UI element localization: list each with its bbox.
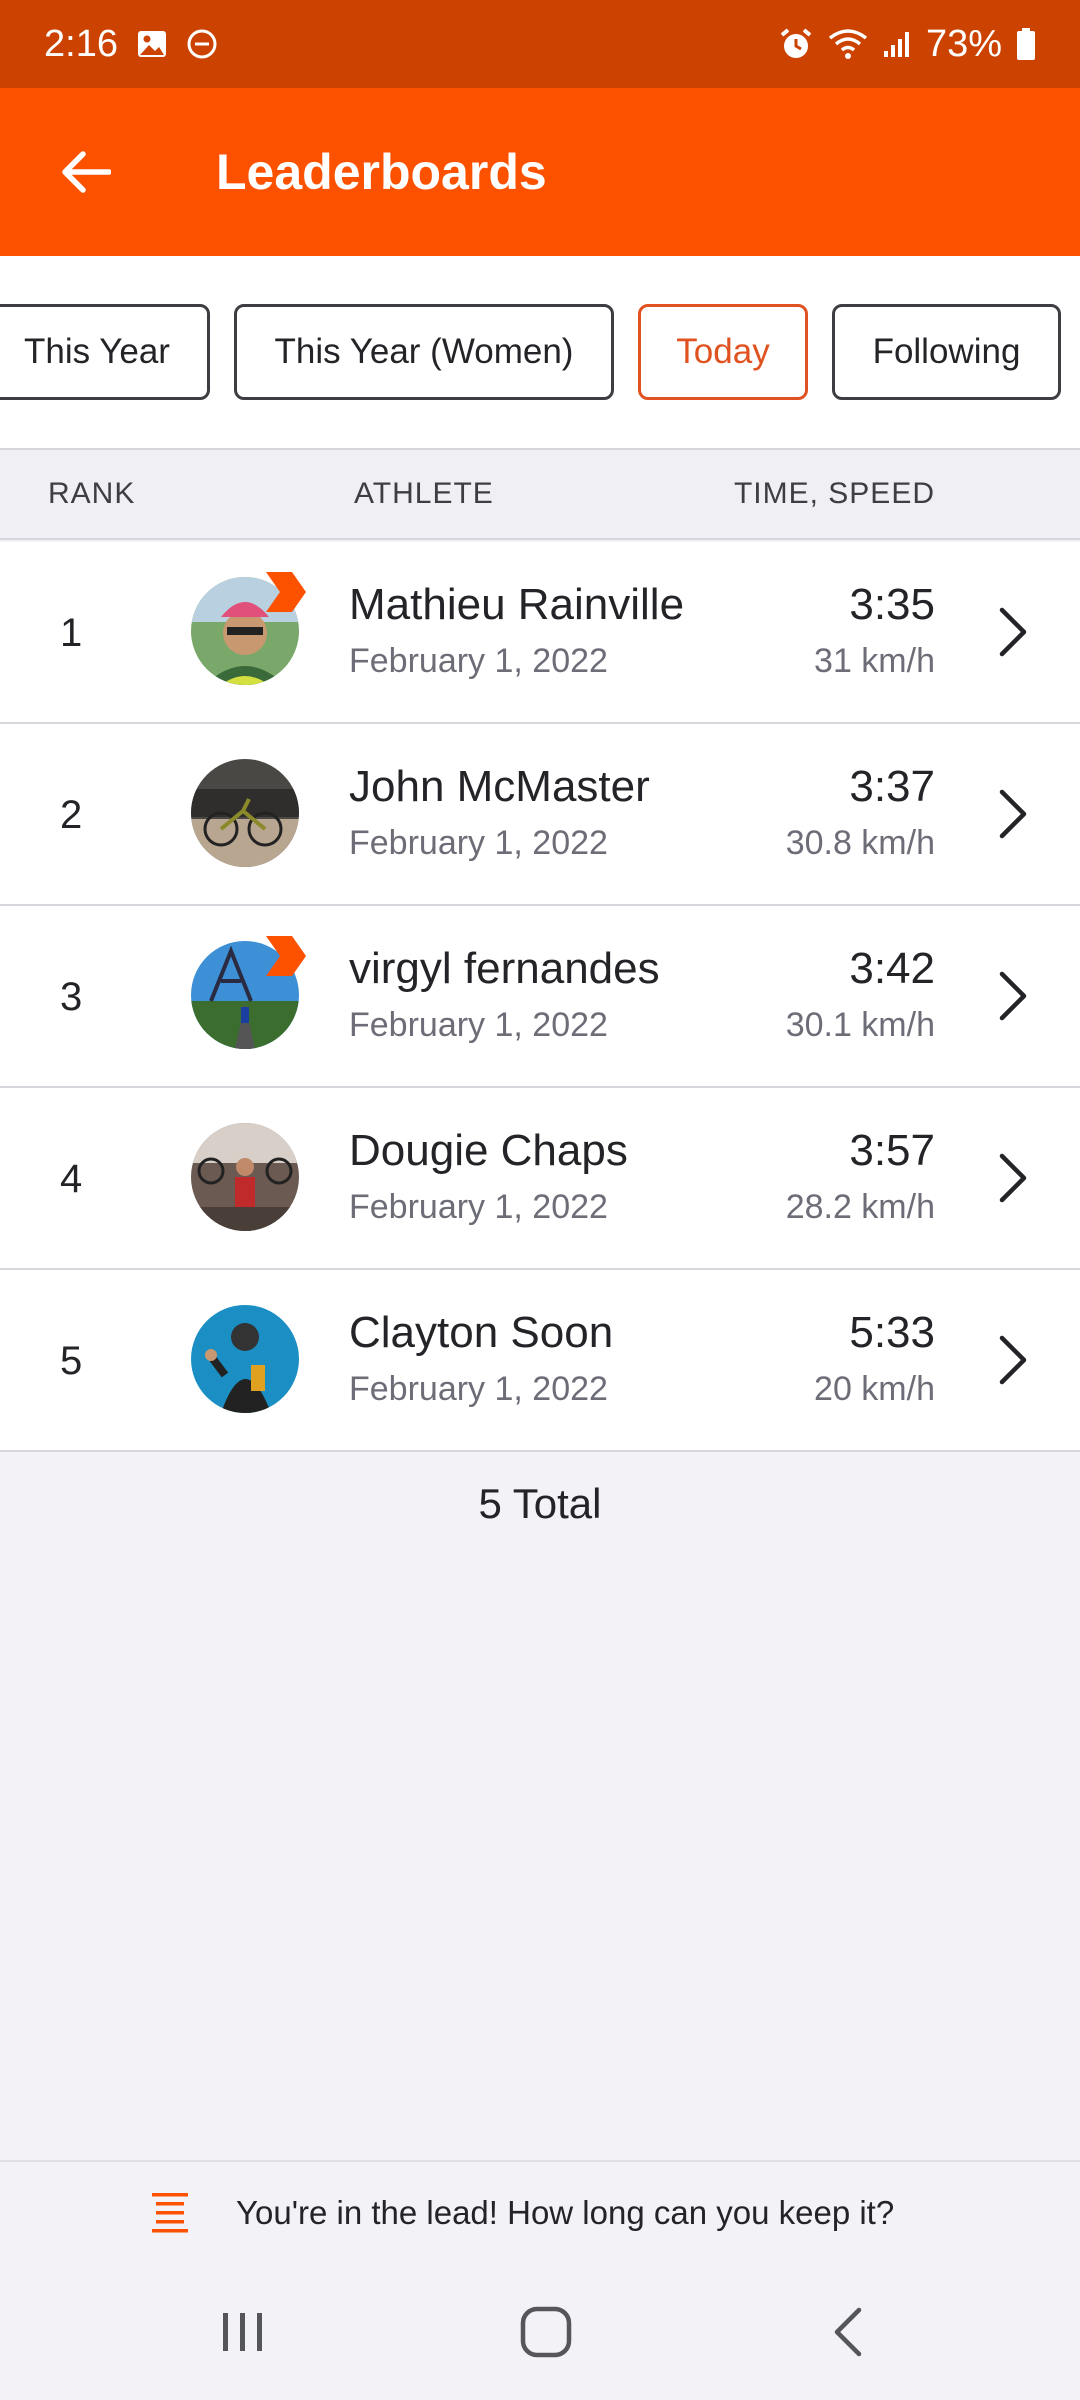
- filter-chip-this-year[interactable]: This Year: [0, 304, 210, 400]
- banner-message: You're in the lead! How long can you kee…: [236, 2194, 895, 2231]
- list-lines-icon: [152, 2193, 188, 2233]
- signal-icon: [882, 29, 912, 59]
- home-button[interactable]: [501, 2292, 591, 2372]
- back-button[interactable]: [0, 88, 170, 256]
- time-value: 3:57: [849, 1126, 935, 1175]
- chevron-right-icon: [999, 1335, 1027, 1385]
- app-bar: Leaderboards: [0, 88, 1080, 256]
- chevron-right-icon: [999, 971, 1027, 1021]
- system-navigation-bar: [0, 2262, 1080, 2400]
- arrow-left-icon: [62, 151, 111, 193]
- alarm-icon: [778, 27, 814, 61]
- leaderboard-row[interactable]: 5 Clayton Soon February 1, 2022 5:33 20 …: [0, 1270, 1080, 1452]
- header-time-speed: TIME, SPEED: [733, 477, 935, 510]
- athlete-name: Dougie Chaps: [349, 1126, 628, 1175]
- speed-value: 28.2 km/h: [785, 1188, 935, 1226]
- filter-chip-today[interactable]: Today: [638, 304, 808, 400]
- leaderboard-row[interactable]: 4 Dougie Chaps February 1, 2022 3:57 28.…: [0, 1088, 1080, 1270]
- chevron-right-icon: [999, 789, 1027, 839]
- header-rank: RANK: [48, 477, 136, 510]
- do-not-disturb-icon: [186, 28, 218, 60]
- chevron-right-icon: [999, 607, 1027, 657]
- speed-value: 20 km/h: [814, 1370, 935, 1408]
- system-back-button[interactable]: [804, 2292, 894, 2372]
- activity-date: February 1, 2022: [349, 1370, 608, 1408]
- filter-chips: This Year This Year (Women) Today Follow…: [0, 256, 1080, 448]
- lead-banner: You're in the lead! How long can you kee…: [0, 2160, 1080, 2262]
- activity-date: February 1, 2022: [349, 824, 608, 862]
- strava-badge-icon: [266, 936, 306, 976]
- avatar[interactable]: [191, 1123, 299, 1231]
- leaderboard-row[interactable]: 2 John McMaster February 1, 2022 3:37 30…: [0, 724, 1080, 906]
- avatar[interactable]: [191, 1305, 299, 1413]
- chevron-left-icon: [834, 2307, 862, 2357]
- strava-badge-icon: [266, 572, 306, 612]
- recent-apps-icon: [223, 2313, 262, 2351]
- leaderboard-screen: 2:16 73% Leaderboards This Year This Yea…: [0, 0, 1080, 2400]
- athlete-name: Mathieu Rainville: [349, 580, 685, 629]
- rank-value: 3: [60, 974, 83, 1019]
- leaderboard-list: 1 Mathieu Rainville February 1, 2022 3:3…: [0, 542, 1080, 1452]
- speed-value: 31 km/h: [814, 642, 935, 680]
- status-right: 73%: [778, 23, 1036, 66]
- leaderboard-row[interactable]: 1 Mathieu Rainville February 1, 2022 3:3…: [0, 542, 1080, 724]
- status-bar: 2:16 73%: [0, 0, 1080, 88]
- rank-value: 1: [60, 610, 83, 655]
- speed-value: 30.1 km/h: [785, 1006, 935, 1044]
- activity-date: February 1, 2022: [349, 642, 608, 680]
- time-value: 5:33: [849, 1308, 935, 1357]
- home-icon: [520, 2306, 572, 2358]
- athlete-name: John McMaster: [349, 762, 650, 811]
- battery-icon: [1016, 27, 1036, 61]
- filter-chip-this-year-women[interactable]: This Year (Women): [234, 304, 614, 400]
- status-time: 2:16: [44, 22, 118, 65]
- avatar[interactable]: [191, 759, 299, 867]
- time-value: 3:35: [849, 580, 935, 629]
- speed-value: 30.8 km/h: [785, 824, 935, 862]
- table-header: RANK ATHLETE TIME, SPEED: [0, 450, 1080, 540]
- recent-apps-button[interactable]: [198, 2292, 288, 2372]
- time-value: 3:37: [849, 762, 935, 811]
- activity-date: February 1, 2022: [349, 1188, 608, 1226]
- activity-date: February 1, 2022: [349, 1006, 608, 1044]
- status-left: 2:16: [44, 23, 218, 66]
- athlete-name: Clayton Soon: [349, 1308, 614, 1357]
- rank-value: 4: [60, 1156, 83, 1201]
- leaderboard-row[interactable]: 3 virgyl fernandes February 1, 2022 3:42…: [0, 906, 1080, 1088]
- chevron-right-icon: [999, 1153, 1027, 1203]
- header-athlete: ATHLETE: [354, 477, 494, 510]
- rank-value: 2: [60, 792, 83, 837]
- battery-percent: 73%: [925, 22, 1002, 65]
- filter-chip-following[interactable]: Following: [832, 304, 1061, 400]
- time-value: 3:42: [849, 944, 935, 993]
- total-count: 5 Total: [478, 1480, 602, 1527]
- gallery-icon: [136, 29, 168, 59]
- wifi-icon: [828, 28, 868, 60]
- athlete-name: virgyl fernandes: [349, 944, 660, 993]
- page-title: Leaderboards: [216, 144, 547, 200]
- rank-value: 5: [60, 1338, 83, 1383]
